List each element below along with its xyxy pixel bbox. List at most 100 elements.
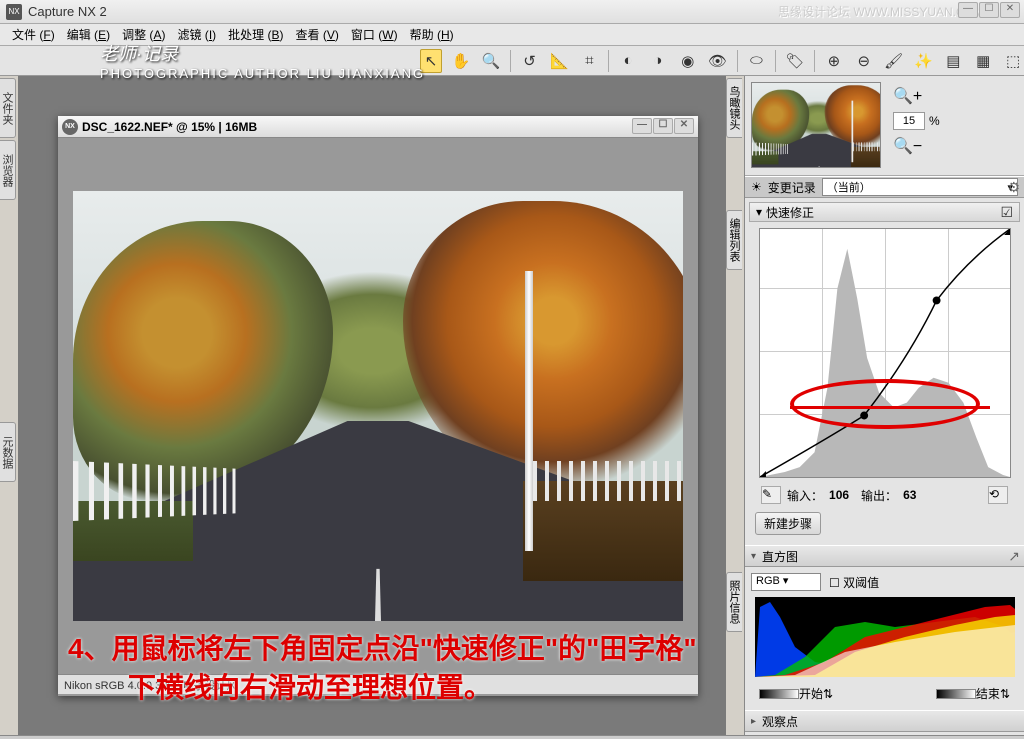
output-value: 63 (903, 488, 916, 502)
menu-adjust[interactable]: 调整 (A) (116, 26, 171, 43)
stepper-icon[interactable]: ⇅ (1000, 687, 1010, 701)
zoom-tool-icon[interactable]: 🔍 (480, 49, 502, 73)
menu-window[interactable]: 窗口 (W) (345, 26, 404, 43)
quick-fix-checkbox[interactable]: ☑ (1000, 204, 1013, 221)
histogram-panel-header[interactable]: ▾ 直方图 ↗ (745, 545, 1024, 567)
toolbar-separator (510, 50, 511, 72)
crop-icon[interactable]: ⌗ (578, 49, 600, 73)
selection-icon[interactable]: ⬚ (1002, 49, 1024, 73)
toolbar-separator (608, 50, 609, 72)
end-label: 结束 (976, 685, 1000, 702)
reset-icon[interactable]: ⟲ (988, 486, 1008, 504)
edit-list-label: 变更记录 (768, 179, 816, 196)
watchpoint-header[interactable]: ▸ 观察点 (745, 710, 1024, 732)
curves-io-row: ✎ 输入： 106 输出： 63 ⟲ (749, 484, 1020, 506)
doc-maximize-button[interactable]: ☐ (653, 118, 673, 134)
doc-minimize-button[interactable]: — (632, 118, 652, 134)
plus-control-icon[interactable]: ⊕ (823, 49, 845, 73)
app-title: Capture NX 2 (28, 4, 107, 19)
minus-control-icon[interactable]: ⊖ (853, 49, 875, 73)
red-eye-icon[interactable]: 👁 (707, 49, 729, 73)
menu-batch[interactable]: 批处理 (B) (222, 26, 289, 43)
histogram-range-row: 开始 ⇅ 结束 ⇅ (751, 681, 1018, 706)
curves-histogram-box[interactable] (759, 228, 1011, 478)
quick-fix-header[interactable]: ▾ 快速修正 ☑ (749, 202, 1020, 222)
end-gradient (936, 689, 976, 699)
menu-help[interactable]: 帮助 (H) (404, 26, 460, 43)
rotate-ccw-icon[interactable]: ↺ (519, 49, 541, 73)
minimize-button[interactable]: — (958, 2, 978, 18)
menu-filter[interactable]: 滤镜 (I) (171, 26, 222, 43)
close-button[interactable]: ✕ (1000, 2, 1020, 18)
menu-edit[interactable]: 编辑 (E) (61, 26, 116, 43)
right-tab-editlist[interactable]: 编辑列表 (726, 210, 742, 270)
fill-icon[interactable]: ▦ (972, 49, 994, 73)
instruction-line2: 下横线向右滑动至理想位置。 (68, 668, 706, 707)
annotation-ellipse (790, 379, 980, 429)
gradient-icon[interactable]: ▤ (942, 49, 964, 73)
watchpoint-label: 观察点 (762, 713, 798, 730)
threshold-checkbox[interactable]: ☐ 双阈值 (829, 574, 879, 591)
channel-select[interactable]: RGB ▾ (751, 573, 821, 591)
canvas-area: NX DSC_1622.NEF* @ 15% | 16MB — ☐ ✕ (18, 76, 726, 735)
zoom-out-icon[interactable]: 🔍− (893, 136, 922, 156)
maximize-button[interactable]: ☐ (979, 2, 999, 18)
menubar: 文件 (F) 编辑 (E) 调整 (A) 滤镜 (I) 批处理 (B) 查看 (… (0, 24, 1024, 46)
left-tab-metadata[interactable]: 元数据 (0, 422, 16, 482)
straighten-icon[interactable]: 📐 (549, 49, 571, 73)
expand-icon[interactable]: ▾ (756, 205, 762, 219)
left-tab-browser[interactable]: 浏览器 (0, 140, 16, 200)
toolbar-separator (737, 50, 738, 72)
black-point-icon[interactable]: ◐ (617, 49, 639, 73)
histogram-title: 直方图 (762, 548, 798, 565)
tag-icon[interactable]: 🏷 (784, 49, 806, 73)
zoom-percent-label: % (929, 114, 940, 128)
nx-doc-icon: NX (62, 119, 78, 135)
birdseye-thumbnail[interactable] (751, 82, 881, 168)
histogram-panel-body: RGB ▾ ☐ 双阈值 开始 ⇅ 结束 ⇅ (745, 567, 1024, 710)
input-value: 106 (829, 488, 849, 502)
new-step-button[interactable]: 新建步骤 (755, 512, 821, 535)
neutral-point-icon[interactable]: ◉ (677, 49, 699, 73)
expand-icon[interactable]: ▸ (751, 716, 756, 727)
menu-view[interactable]: 查看 (V) (290, 26, 345, 43)
lasso-icon[interactable]: ⬭ (745, 49, 767, 73)
right-tab-photoinfo[interactable]: 照片信息 (726, 572, 742, 632)
menu-file[interactable]: 文件 (F) (6, 26, 61, 43)
toolbar: ↖ ✋ 🔍 ↺ 📐 ⌗ ◐ ◑ ◉ 👁 ⬭ 🏷 ⊕ ⊖ 🖌 ✨ ▤ ▦ ⬚ (0, 46, 1024, 76)
watermark-site: 思缘设计论坛 WWW.MISSYUAN.COM (778, 3, 984, 20)
titlebar: NX Capture NX 2 思缘设计论坛 WWW.MISSYUAN.COM … (0, 0, 1024, 24)
doc-close-button[interactable]: ✕ (674, 118, 694, 134)
toolbar-separator (775, 50, 776, 72)
hand-tool-icon[interactable]: ✋ (450, 49, 472, 73)
white-point-icon[interactable]: ◑ (647, 49, 669, 73)
annotation-line (790, 406, 990, 409)
edit-list-dropdown[interactable]: （当前）▾ (822, 178, 1018, 196)
expand-icon[interactable]: ▾ (751, 551, 756, 562)
main-area: 文件夹 浏览器 元数据 NX DSC_1622.NEF* @ 15% | 16M… (0, 76, 1024, 735)
zoom-controls: 🔍+ % 🔍− (893, 82, 940, 156)
brush-icon[interactable]: 🖌 (883, 49, 905, 73)
right-collapsed-tabs: 鸟瞰镜头 编辑列表 照片信息 (726, 76, 744, 735)
quick-fix-title-label: 快速修正 (766, 204, 814, 221)
panel-action-icon[interactable]: ↗ (1008, 548, 1020, 565)
document-canvas[interactable] (58, 138, 698, 674)
photo-preview (73, 191, 683, 621)
right-panel: 🔍+ % 🔍− ☀ 变更记录 （当前）▾ ⚙ ▾ 快速修正 ☑ (744, 76, 1024, 735)
start-gradient (759, 689, 799, 699)
eyedropper-icon[interactable]: ✎ (761, 486, 781, 504)
instruction-line1: 4、用鼠标将左下角固定点沿"快速修正"的"田字格" (68, 629, 706, 668)
input-label: 输入： (787, 487, 823, 504)
zoom-input[interactable] (893, 112, 925, 130)
window-controls: — ☐ ✕ (958, 2, 1020, 18)
right-tab-birdseye[interactable]: 鸟瞰镜头 (726, 78, 742, 138)
arrow-tool-icon[interactable]: ↖ (420, 49, 442, 73)
stepper-icon[interactable]: ⇅ (823, 687, 833, 701)
gear-icon[interactable]: ⚙ (1007, 179, 1020, 196)
sun-icon[interactable]: ☀ (751, 180, 762, 194)
toolbar-separator (814, 50, 815, 72)
left-tab-folders[interactable]: 文件夹 (0, 78, 16, 138)
zoom-in-icon[interactable]: 🔍+ (893, 86, 922, 106)
wand-icon[interactable]: ✨ (913, 49, 935, 73)
birdseye-panel: 🔍+ % 🔍− (745, 76, 1024, 176)
